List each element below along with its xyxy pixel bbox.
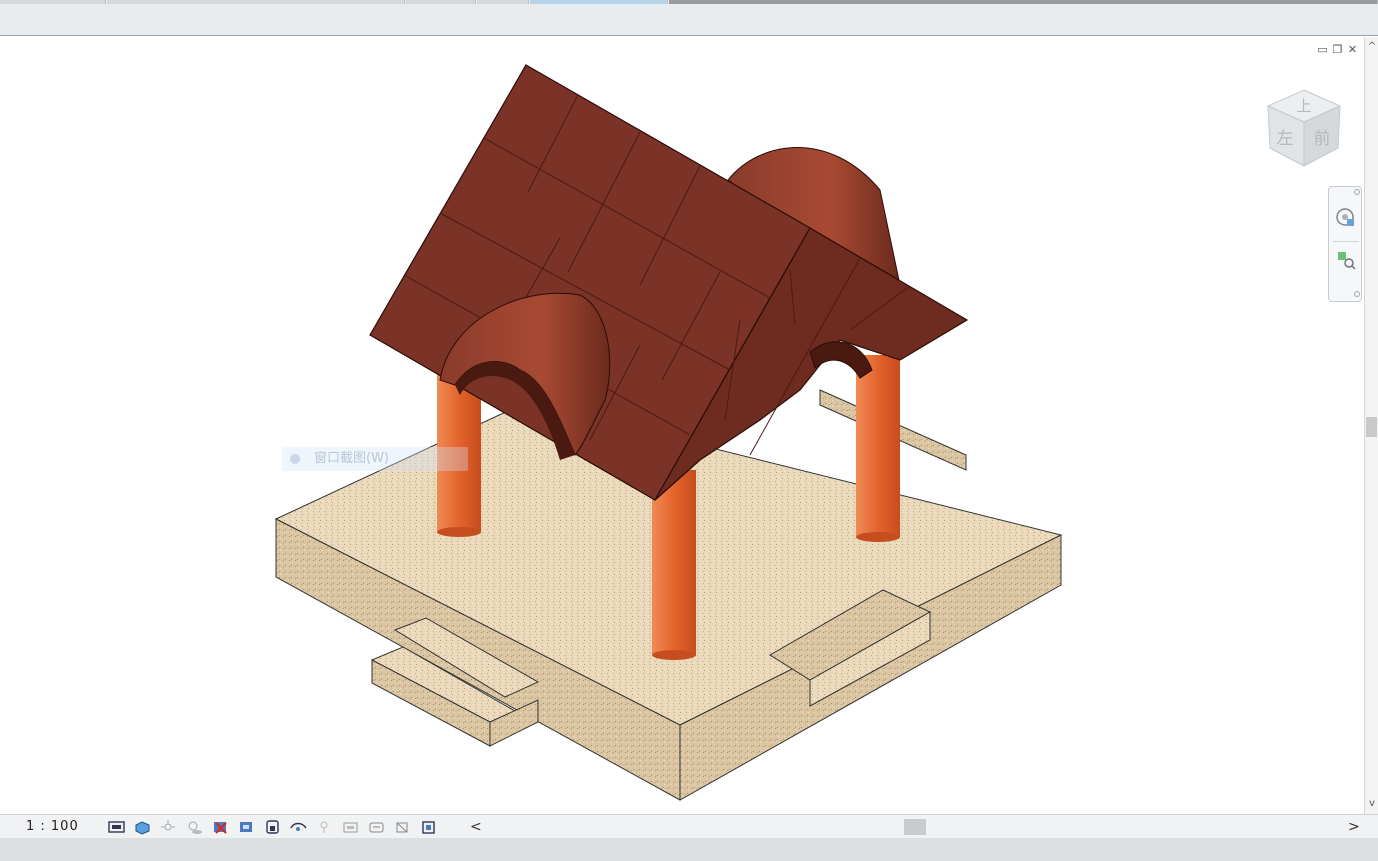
viewcube-top-face[interactable]: 上 (1296, 97, 1311, 115)
sun-path-icon[interactable] (160, 819, 177, 835)
detail-level-icon[interactable] (108, 819, 125, 835)
ghost-context-menu-item: 窗口截图(W) (282, 447, 468, 471)
navbar-close-icon[interactable] (1354, 189, 1360, 195)
view-tab-strip (0, 0, 1378, 36)
view-tab[interactable] (107, 0, 405, 4)
crop-view-icon[interactable] (212, 819, 229, 835)
tab-strip-filler (669, 0, 1378, 4)
scroll-right-icon[interactable]: > (1348, 819, 1360, 835)
design-options-icon[interactable] (368, 819, 385, 835)
minimize-icon[interactable]: ▭ (1317, 44, 1328, 55)
lock-3d-view-icon[interactable] (264, 819, 281, 835)
worksharing-icon[interactable] (342, 819, 359, 835)
view-cube[interactable]: 上 左 前 (1262, 86, 1346, 176)
view-window-controls: ▭ ❐ ✕ (1317, 44, 1358, 55)
scroll-left-icon[interactable]: < (470, 819, 482, 835)
show-crop-icon[interactable] (238, 819, 255, 835)
revit-window: 窗口截图(W) ▭ ❐ ✕ 上 左 前 ^ v 1 : 100 < > (0, 0, 1378, 861)
horizontal-scroll-thumb[interactable] (904, 819, 926, 835)
close-icon[interactable]: ✕ (1347, 44, 1358, 55)
restore-icon[interactable]: ❐ (1332, 44, 1343, 55)
application-status-strip (0, 838, 1378, 861)
view-control-bar: 1 : 100 < > (0, 814, 1378, 838)
temporary-hide-icon[interactable] (290, 819, 307, 835)
vertical-scroll-thumb[interactable] (1366, 417, 1377, 437)
horizontal-scrollbar[interactable] (490, 819, 1360, 835)
steering-wheel-icon[interactable] (1335, 207, 1357, 229)
view-control-icons (108, 819, 437, 835)
ghost-menu-label: 窗口截图(W) (314, 451, 389, 466)
view-tab[interactable] (0, 0, 106, 4)
shadows-icon[interactable] (186, 819, 203, 835)
analytical-model-icon[interactable] (394, 819, 411, 835)
view-tab-active[interactable] (530, 0, 668, 4)
scroll-up-icon[interactable]: ^ (1366, 41, 1378, 53)
navigation-bar (1328, 186, 1362, 302)
view-scale[interactable]: 1 : 100 (26, 819, 79, 834)
window-capture-icon (290, 454, 300, 464)
scroll-down-icon[interactable]: v (1366, 798, 1378, 810)
navbar-options-icon[interactable] (1354, 291, 1360, 297)
3d-viewport[interactable]: 窗口截图(W) (0, 37, 1364, 814)
navbar-separator (1333, 241, 1359, 242)
vertical-scrollbar[interactable]: ^ v (1364, 37, 1378, 814)
zoom-region-icon[interactable] (1335, 249, 1357, 271)
view-tab[interactable] (477, 0, 529, 4)
viewcube-left-face[interactable]: 左 (1277, 129, 1294, 149)
reveal-hidden-icon[interactable] (316, 819, 333, 835)
visual-style-icon[interactable] (134, 819, 151, 835)
constraints-icon[interactable] (420, 819, 437, 835)
view-tab[interactable] (406, 0, 476, 4)
pavilion-model[interactable] (0, 37, 1364, 814)
viewcube-front-face[interactable]: 前 (1314, 129, 1331, 149)
